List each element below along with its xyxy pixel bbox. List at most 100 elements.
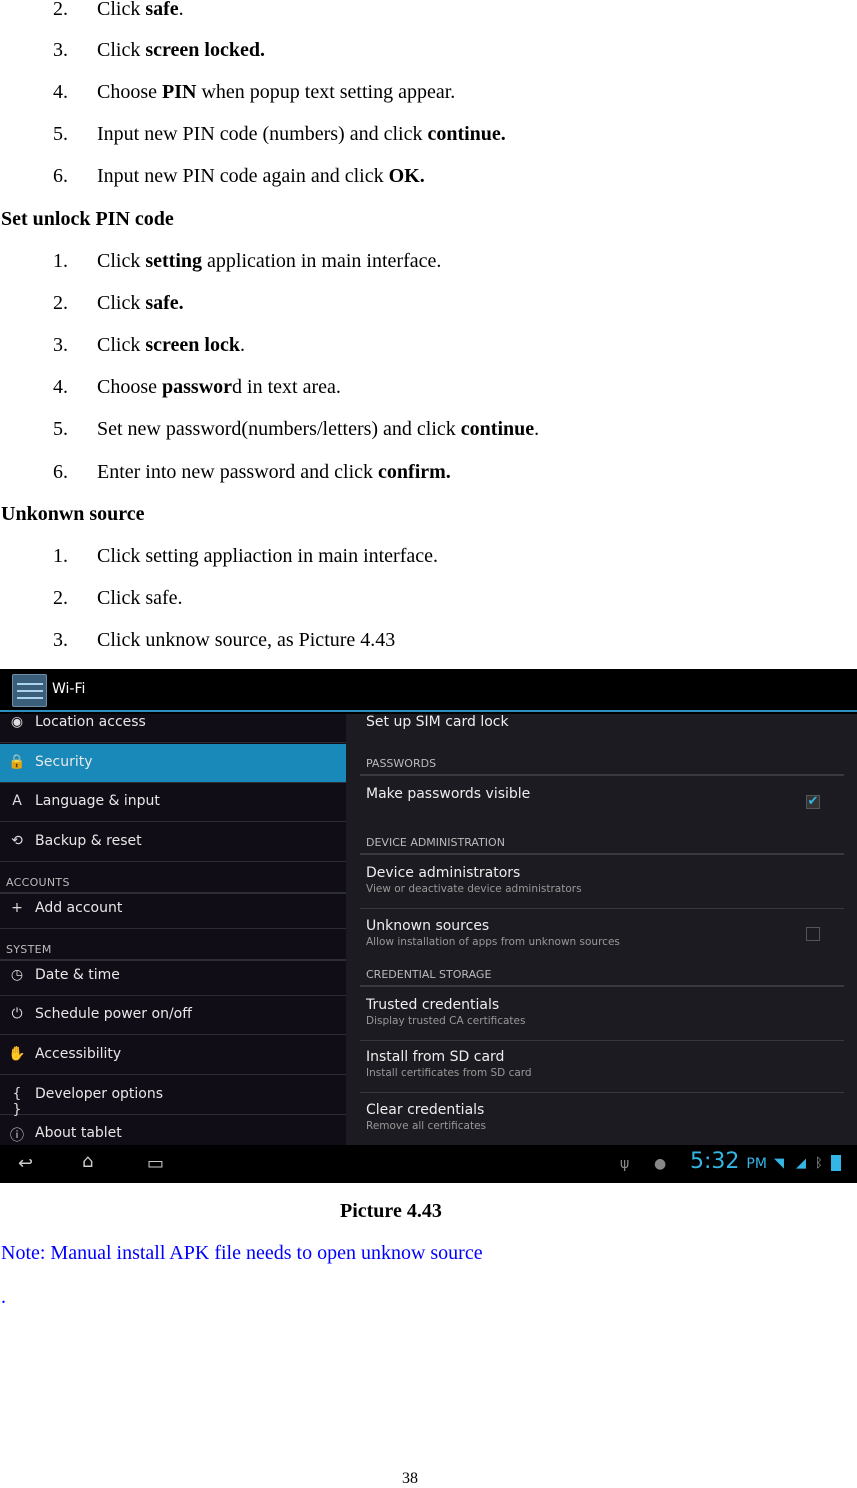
step-text: Click safe. <box>97 291 184 315</box>
step-number: 1. <box>53 250 68 272</box>
text-run: Click setting appliaction in main interf… <box>97 545 439 567</box>
sidebar-item-label: Security <box>35 753 93 770</box>
sidebar-item-location-access[interactable]: ◉ Location access <box>0 704 346 743</box>
bold-term: safe <box>145 0 179 20</box>
sidebar-item-backup-reset[interactable]: ⟲ Backup & reset <box>0 823 346 863</box>
braces-icon: { } <box>12 1085 22 1118</box>
security-settings-pane: Set up SIM card lock PASSWORDS Make pass… <box>346 714 857 1145</box>
text-run: . <box>534 418 540 440</box>
text-run: application in main interface. <box>202 250 442 272</box>
make-passwords-visible-checkbox[interactable]: ✔ <box>806 795 820 809</box>
clock-icon: ◷ <box>10 966 24 983</box>
backup-icon: ⟲ <box>11 833 23 850</box>
text-run: Input new PIN code (numbers) and click <box>97 123 428 145</box>
android-debug-icon: ● <box>654 1156 667 1172</box>
sidebar-item-accessibility[interactable]: ✋ Accessibility <box>0 1036 346 1075</box>
step-number: 2. <box>53 587 68 609</box>
text-run: when popup text setting appear. <box>196 81 456 103</box>
text-run: Click <box>97 292 146 314</box>
settings-sidebar: ◉ Location access 🔒 Security A Language & inp… <box>0 714 346 1155</box>
home-icon[interactable]: ⌂ <box>82 1151 93 1172</box>
sidebar-item-security[interactable]: 🔒 Security <box>0 743 346 783</box>
system-bar: ↩ ⌂ ▭ ψ ● 5:32 PM ◥ ◢ ᛒ <box>0 1145 857 1183</box>
sidebar-item-label: Add account <box>35 899 123 916</box>
step-text: Click screen locked. <box>97 38 265 62</box>
step-text: Enter into new password and click confir… <box>97 460 451 484</box>
setting-clear-credentials[interactable]: Clear credentials Remove all certificates <box>366 1102 486 1132</box>
sidebar-item-label: Developer options <box>35 1085 164 1102</box>
location-icon: ◉ <box>10 714 24 730</box>
settings-app-icon[interactable] <box>12 674 47 707</box>
section-passwords: PASSWORDS <box>366 757 437 770</box>
battery-icon <box>831 1155 841 1171</box>
bluetooth-icon: ᛒ <box>815 1156 823 1171</box>
setting-sim-lock[interactable]: Set up SIM card lock <box>366 714 509 730</box>
setting-device-administrators[interactable]: Device administrators View or deactivate … <box>366 865 582 895</box>
sidebar-item-label: About tablet <box>35 1125 122 1142</box>
step-number: 2. <box>53 292 68 314</box>
sidebar-item-add-account[interactable]: + Add account <box>0 890 346 929</box>
section-heading: Set unlock PIN code <box>1 208 174 230</box>
sidebar-item-schedule-power-on-off[interactable]: ⏻ Schedule power on/off <box>0 996 346 1036</box>
wifi-icon: ◥ <box>774 1156 784 1171</box>
figure-caption: Picture 4.43 <box>340 1200 442 1222</box>
lock-icon: 🔒 <box>8 753 26 770</box>
clock[interactable]: 5:32 PM <box>690 1149 767 1174</box>
section-credential-storage: CREDENTIAL STORAGE <box>366 968 492 981</box>
bold-term: setting <box>145 250 203 272</box>
sidebar-section-system: SYSTEM <box>6 942 52 956</box>
text-run: Input new PIN code again and click <box>97 165 389 187</box>
step-number: 3. <box>53 39 68 61</box>
step-text: Choose PIN when popup text setting appea… <box>97 80 455 104</box>
step-text: Click safe. <box>97 0 184 21</box>
usb-icon: ψ <box>620 1156 630 1172</box>
step-text: Choose password in text area. <box>97 375 341 399</box>
text-run: Click safe. <box>97 587 183 609</box>
divider <box>360 774 844 776</box>
power-schedule-icon: ⏻ <box>11 1006 23 1023</box>
divider <box>360 1092 844 1093</box>
text-run: Choose <box>97 81 162 103</box>
setting-make-passwords-visible[interactable]: Make passwords visible <box>366 786 530 802</box>
section-heading: Unkonwn source <box>1 503 145 525</box>
divider <box>360 853 844 855</box>
sidebar-item-developer-options[interactable]: { } Developer options <box>0 1076 346 1118</box>
text-run: Enter into new password and click <box>97 461 379 483</box>
recent-apps-icon[interactable]: ▭ <box>147 1153 164 1174</box>
bold-term: OK. <box>388 165 425 187</box>
android-settings-screenshot: Wi-Fi ◉ Location access 🔒 Security A Language… <box>0 669 857 1183</box>
bold-term: PIN <box>162 81 197 103</box>
section-device-admin: DEVICE ADMINISTRATION <box>366 836 505 849</box>
step-number: 6. <box>53 165 68 187</box>
step-number: 3. <box>53 334 68 356</box>
page-number: 38 <box>402 1470 418 1487</box>
step-text: Input new PIN code (numbers) and click c… <box>97 122 506 146</box>
back-icon[interactable]: ↩ <box>18 1153 33 1174</box>
sidebar-item-date-time[interactable]: ◷ Date & time <box>0 957 346 996</box>
note: Note: Manual install APK file needs to o… <box>1 1242 483 1264</box>
sidebar-item-label: Accessibility <box>35 1045 122 1062</box>
setting-trusted-credentials[interactable]: Trusted credentials Display trusted CA ce… <box>366 997 525 1027</box>
hand-icon: ✋ <box>8 1045 26 1062</box>
setting-unknown-sources[interactable]: Unknown sources Allow installation of app… <box>366 918 620 948</box>
step-number: 1. <box>53 545 68 567</box>
sidebar-item-language-input[interactable]: A Language & input <box>0 783 346 823</box>
bold-term: screen locked. <box>145 39 265 61</box>
step-number: 5. <box>53 123 68 145</box>
text-run: Set new password(numbers/letters) and cl… <box>97 418 461 440</box>
action-bar-title: Wi-Fi <box>52 681 86 697</box>
bold-term: continue <box>460 418 535 440</box>
setting-install-from-sd[interactable]: Install from SD card Install certificates… <box>366 1049 532 1079</box>
divider <box>360 985 844 987</box>
sidebar-item-label: Schedule power on/off <box>35 1006 192 1023</box>
step-text: Click unknow source, as Picture 4.43 <box>97 628 395 652</box>
bold-term: passwor <box>162 376 233 398</box>
text-run: . <box>178 0 184 20</box>
unknown-sources-checkbox[interactable] <box>806 927 820 941</box>
plus-icon: + <box>11 899 23 916</box>
sidebar-item-label: Date & time <box>35 966 120 983</box>
trailing-dot: . <box>1 1286 6 1308</box>
language-icon: A <box>12 793 22 810</box>
step-text: Set new password(numbers/letters) and cl… <box>97 417 539 441</box>
divider <box>360 908 844 909</box>
